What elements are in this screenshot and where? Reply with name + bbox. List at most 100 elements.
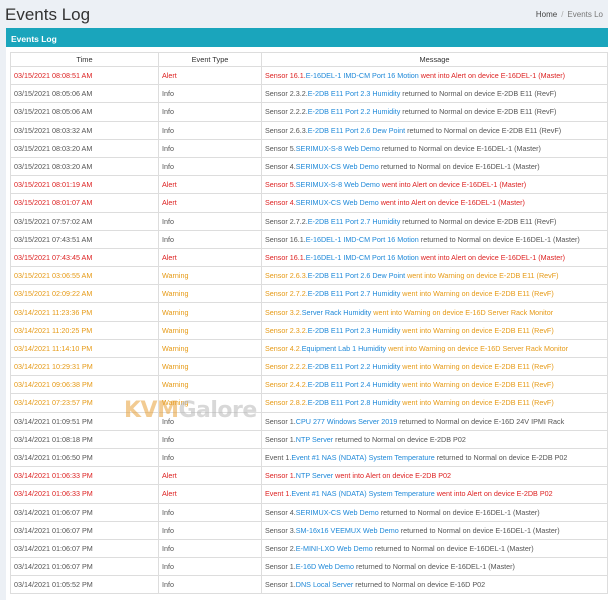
message-suffix: went into Warning on device E-2DB E11 (R… bbox=[405, 271, 559, 281]
message-prefix: Sensor 2.7.2. bbox=[265, 216, 308, 226]
sensor-link[interactable]: Equipment Lab 1 Humidity bbox=[302, 344, 386, 353]
cell-event-type: Info bbox=[158, 447, 262, 468]
cell-time: 03/15/2021 07:43:45 AM bbox=[10, 247, 159, 268]
cell-message: Sensor 1.DNS Local Server returned to No… bbox=[261, 575, 608, 595]
sensor-link[interactable]: NTP Server bbox=[296, 435, 333, 444]
message-suffix: went into Warning on device E-16D Server… bbox=[371, 307, 554, 317]
breadcrumb-home-link[interactable]: Home bbox=[536, 10, 557, 19]
sensor-link[interactable]: SERIMUX-S-8 Web Demo bbox=[296, 180, 380, 189]
table-row: 03/15/2021 08:03:20 AM Info Sensor 5.SERIM… bbox=[10, 138, 608, 158]
cell-time: 03/14/2021 01:06:33 PM bbox=[10, 484, 159, 504]
message-prefix: Event 1. bbox=[265, 453, 292, 463]
sensor-link[interactable]: E-2DB E11 Port 2.2 Humidity bbox=[308, 107, 401, 116]
sensor-link[interactable]: NTP Server bbox=[296, 471, 333, 480]
message-suffix: returned to Normal on device E-16DEL-1 (… bbox=[372, 543, 534, 553]
sensor-link[interactable]: E-MINI-LXO Web Demo bbox=[296, 544, 373, 553]
message-suffix: went into Alert on device E-2DB P02 bbox=[333, 471, 452, 481]
cell-time: 03/14/2021 11:20:25 PM bbox=[10, 320, 159, 340]
sensor-link[interactable]: E-16DEL-1 IMD-CM Port 16 Motion bbox=[306, 71, 419, 80]
sensor-link[interactable]: Event #1 NAS (NDATA) System Temperature bbox=[291, 453, 434, 462]
sensor-link[interactable]: SERIMUX-CS Web Demo bbox=[296, 198, 379, 207]
message-prefix: Sensor 1. bbox=[265, 471, 296, 481]
message-suffix: went into Alert on device E-16DEL-1 (Mas… bbox=[379, 180, 527, 190]
cell-message: Sensor 2.6.3.E-2DB E11 Port 2.6 Dew Poin… bbox=[261, 120, 608, 140]
sensor-link[interactable]: E-16D Web Demo bbox=[296, 562, 354, 571]
sensor-link[interactable]: E-2DB E11 Port 2.7 Humidity bbox=[308, 289, 401, 298]
message-prefix: Sensor 2.3.2. bbox=[265, 89, 308, 99]
table-row: 03/14/2021 01:06:33 PM Alert Sensor 1.NTP … bbox=[10, 466, 608, 486]
page-header: Events Log Home / Events Lo bbox=[0, 0, 608, 28]
message-prefix: Sensor 1. bbox=[265, 416, 296, 426]
sensor-link[interactable]: E-16DEL-1 IMD-CM Port 16 Motion bbox=[306, 253, 419, 262]
cell-message: Sensor 5.SERIMUX-S-8 Web Demo returned t… bbox=[261, 138, 608, 158]
sensor-link[interactable]: E-2DB E11 Port 2.3 Humidity bbox=[308, 89, 401, 98]
cell-event-type: Warning bbox=[158, 284, 262, 304]
sensor-link[interactable]: E-2DB E11 Port 2.4 Humidity bbox=[308, 380, 401, 389]
sensor-link[interactable]: DNS Local Server bbox=[296, 580, 354, 589]
table-row: 03/14/2021 01:06:07 PM Info Sensor 3.SM-16… bbox=[10, 520, 608, 540]
cell-event-type: Alert bbox=[158, 247, 262, 268]
message-prefix: Sensor 2.4.2. bbox=[265, 380, 308, 390]
table-row: 03/14/2021 11:23:36 PM Warning Sensor 3.2.… bbox=[10, 302, 608, 322]
table-row: 03/14/2021 01:08:18 PM Info Sensor 1.NTP S… bbox=[10, 429, 608, 449]
cell-message: Sensor 4.SERIMUX-CS Web Demo returned to… bbox=[261, 502, 608, 522]
sensor-link[interactable]: E-2DB E11 Port 2.7 Humidity bbox=[308, 217, 401, 226]
sensor-link[interactable]: SM-16x16 VEEMUX Web Demo bbox=[296, 526, 399, 535]
cell-time: 03/15/2021 08:01:19 AM bbox=[10, 175, 159, 195]
message-prefix: Sensor 4. bbox=[265, 198, 296, 208]
breadcrumb: Home / Events Lo bbox=[536, 10, 604, 19]
message-prefix: Sensor 5. bbox=[265, 180, 296, 190]
cell-time: 03/14/2021 07:23:57 PM bbox=[10, 393, 159, 413]
sensor-link[interactable]: CPU 277 Windows Server 2019 bbox=[296, 417, 397, 426]
cell-message: Sensor 1.CPU 277 Windows Server 2019 ret… bbox=[261, 411, 608, 431]
cell-event-type: Warning bbox=[158, 338, 262, 359]
sensor-link[interactable]: E-2DB E11 Port 2.6 Dew Point bbox=[308, 271, 405, 280]
cell-event-type: Alert bbox=[158, 65, 262, 86]
message-suffix: went into Alert on device E-16DEL-1 (Mas… bbox=[418, 252, 566, 262]
table-row: 03/14/2021 11:14:10 PM Warning Sensor 4.2.… bbox=[10, 338, 608, 359]
message-suffix: went into Alert on device E-2DB P02 bbox=[434, 489, 553, 499]
cell-event-type: Info bbox=[158, 84, 262, 104]
message-prefix: Sensor 4.2. bbox=[265, 343, 302, 353]
cell-event-type: Info bbox=[158, 211, 262, 231]
sensor-link[interactable]: E-16DEL-1 IMD-CM Port 16 Motion bbox=[306, 235, 419, 244]
table-row: 03/15/2021 07:57:02 AM Info Sensor 2.7.2.E… bbox=[10, 211, 608, 231]
sensor-link[interactable]: Server Rack Humidity bbox=[302, 308, 372, 317]
sensor-link[interactable]: SERIMUX-CS Web Demo bbox=[296, 508, 379, 517]
message-suffix: returned to Normal on device E-16DEL-1 (… bbox=[353, 562, 515, 572]
message-prefix: Sensor 2.6.3. bbox=[265, 271, 308, 281]
message-prefix: Sensor 1. bbox=[265, 434, 296, 444]
sensor-link[interactable]: E-2DB E11 Port 2.6 Dew Point bbox=[308, 126, 405, 135]
cell-time: 03/14/2021 01:06:33 PM bbox=[10, 466, 159, 486]
message-prefix: Event 1. bbox=[265, 489, 292, 499]
cell-message: Sensor 2.8.2.E-2DB E11 Port 2.8 Humidity… bbox=[261, 393, 608, 413]
cell-event-type: Info bbox=[158, 102, 262, 122]
cell-message: Event 1.Event #1 NAS (NDATA) System Temp… bbox=[261, 484, 608, 504]
sensor-link[interactable]: E-2DB E11 Port 2.2 Humidity bbox=[308, 362, 401, 371]
sensor-link[interactable]: Event #1 NAS (NDATA) System Temperature bbox=[291, 489, 434, 498]
column-header-message[interactable]: Message bbox=[261, 52, 608, 67]
message-suffix: returned to Normal on device E-2DB P02 bbox=[333, 434, 466, 444]
table-row: 03/15/2021 02:09:22 AM Warning Sensor 2.7.… bbox=[10, 284, 608, 304]
cell-time: 03/14/2021 01:09:51 PM bbox=[10, 411, 159, 431]
cell-message: Sensor 2.E-MINI-LXO Web Demo returned to… bbox=[261, 538, 608, 559]
cell-message: Sensor 3.2.Server Rack Humidity went int… bbox=[261, 302, 608, 322]
sensor-link[interactable]: E-2DB E11 Port 2.8 Humidity bbox=[308, 398, 401, 407]
table-row: 03/14/2021 01:06:50 PM Info Event 1.Event … bbox=[10, 447, 608, 468]
table-row: 03/14/2021 07:23:57 PM Warning Sensor 2.8.… bbox=[10, 393, 608, 413]
message-suffix: returned to Normal on device E-2DB P02 bbox=[434, 453, 568, 463]
message-prefix: Sensor 2.3.2. bbox=[265, 325, 308, 335]
cell-event-type: Warning bbox=[158, 302, 262, 322]
column-header-event-type[interactable]: Event Type bbox=[158, 52, 262, 67]
table-body: 03/15/2021 08:08:51 AM Alert Sensor 16.1.E… bbox=[10, 65, 608, 595]
page-title: Events Log bbox=[5, 5, 91, 24]
sensor-link[interactable]: SERIMUX-S-8 Web Demo bbox=[296, 144, 380, 153]
sensor-link[interactable]: E-2DB E11 Port 2.3 Humidity bbox=[308, 326, 401, 335]
cell-event-type: Info bbox=[158, 538, 262, 559]
column-header-time[interactable]: Time bbox=[10, 52, 159, 67]
cell-message: Sensor 4.SERIMUX-CS Web Demo returned to… bbox=[261, 156, 608, 177]
message-prefix: Sensor 2.2.2. bbox=[265, 107, 308, 117]
cell-time: 03/14/2021 11:14:10 PM bbox=[10, 338, 159, 359]
box-body: Time Event Type Message 03/15/2021 08:08… bbox=[6, 47, 608, 595]
sensor-link[interactable]: SERIMUX-CS Web Demo bbox=[296, 162, 379, 171]
